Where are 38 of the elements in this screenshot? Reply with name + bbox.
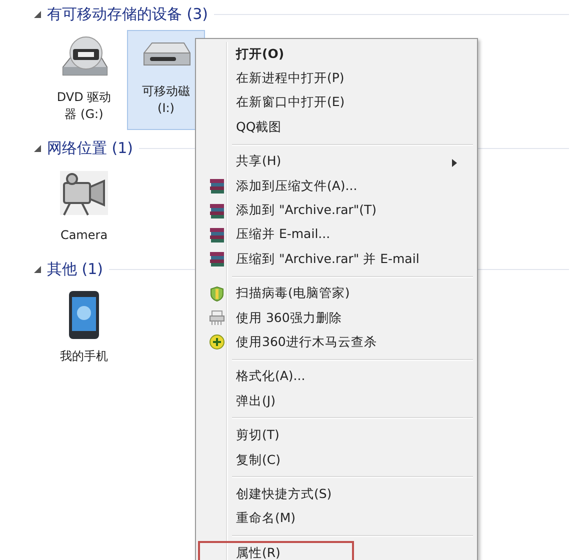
group-header[interactable]: 网络位置 (1) — [47, 138, 134, 158]
shield-icon — [209, 286, 225, 302]
group-header[interactable]: 有可移动存储的设备 (3) — [47, 4, 208, 24]
group-header[interactable]: 其他 (1) — [47, 260, 104, 278]
menu-item[interactable]: 压缩并 E-mail... — [198, 222, 475, 248]
menu-item[interactable]: 扫描病毒(电脑管家) — [198, 282, 475, 306]
device-tile[interactable]: Camera — [45, 164, 123, 251]
menu-item[interactable]: 复制(C) — [198, 448, 475, 472]
menu-item[interactable]: 创建快捷方式(S) — [198, 482, 475, 507]
device-label: 我的手机 — [60, 348, 108, 365]
menu-item[interactable]: 共享(H) — [198, 150, 475, 174]
menu-item[interactable]: 使用360进行木马云查杀 — [198, 330, 475, 355]
plus-circle-icon — [209, 334, 225, 350]
menu-item[interactable]: 使用 360强力删除 — [198, 306, 475, 330]
menu-item[interactable]: 重命名(M) — [198, 506, 475, 532]
shredder-icon — [209, 310, 225, 326]
device-label: Camera — [60, 227, 108, 244]
device-tile[interactable]: DVD 驱动 器 (G:) — [45, 30, 123, 130]
books-stack-icon — [209, 226, 225, 243]
menu-item[interactable]: 属性(R) — [198, 541, 354, 560]
collapse-arrow-icon[interactable] — [34, 10, 41, 18]
collapse-arrow-icon[interactable] — [34, 144, 41, 152]
device-label: (I:) — [158, 100, 174, 117]
device-label: DVD 驱动 — [56, 89, 112, 106]
menu-item[interactable]: 格式化(A)... — [198, 364, 475, 390]
device-label: 器 (G:) — [64, 106, 104, 123]
menu-item[interactable]: 压缩到 "Archive.rar" 并 E-mail — [198, 247, 475, 272]
menu-item[interactable]: 添加到 "Archive.rar"(T) — [198, 198, 475, 223]
menu-item[interactable]: 剪切(T) — [198, 423, 475, 448]
books-stack-icon — [209, 251, 225, 268]
menu-item[interactable]: 添加到压缩文件(A)... — [198, 174, 475, 198]
books-stack-icon — [209, 178, 225, 194]
smartphone-icon — [67, 290, 101, 340]
collapse-arrow-icon[interactable] — [34, 266, 41, 272]
books-stack-icon — [209, 202, 225, 219]
device-tile[interactable]: 我的手机 — [45, 285, 123, 372]
menu-item[interactable]: 弹出(J) — [198, 389, 475, 414]
device-label: 可移动磁 — [142, 83, 190, 100]
